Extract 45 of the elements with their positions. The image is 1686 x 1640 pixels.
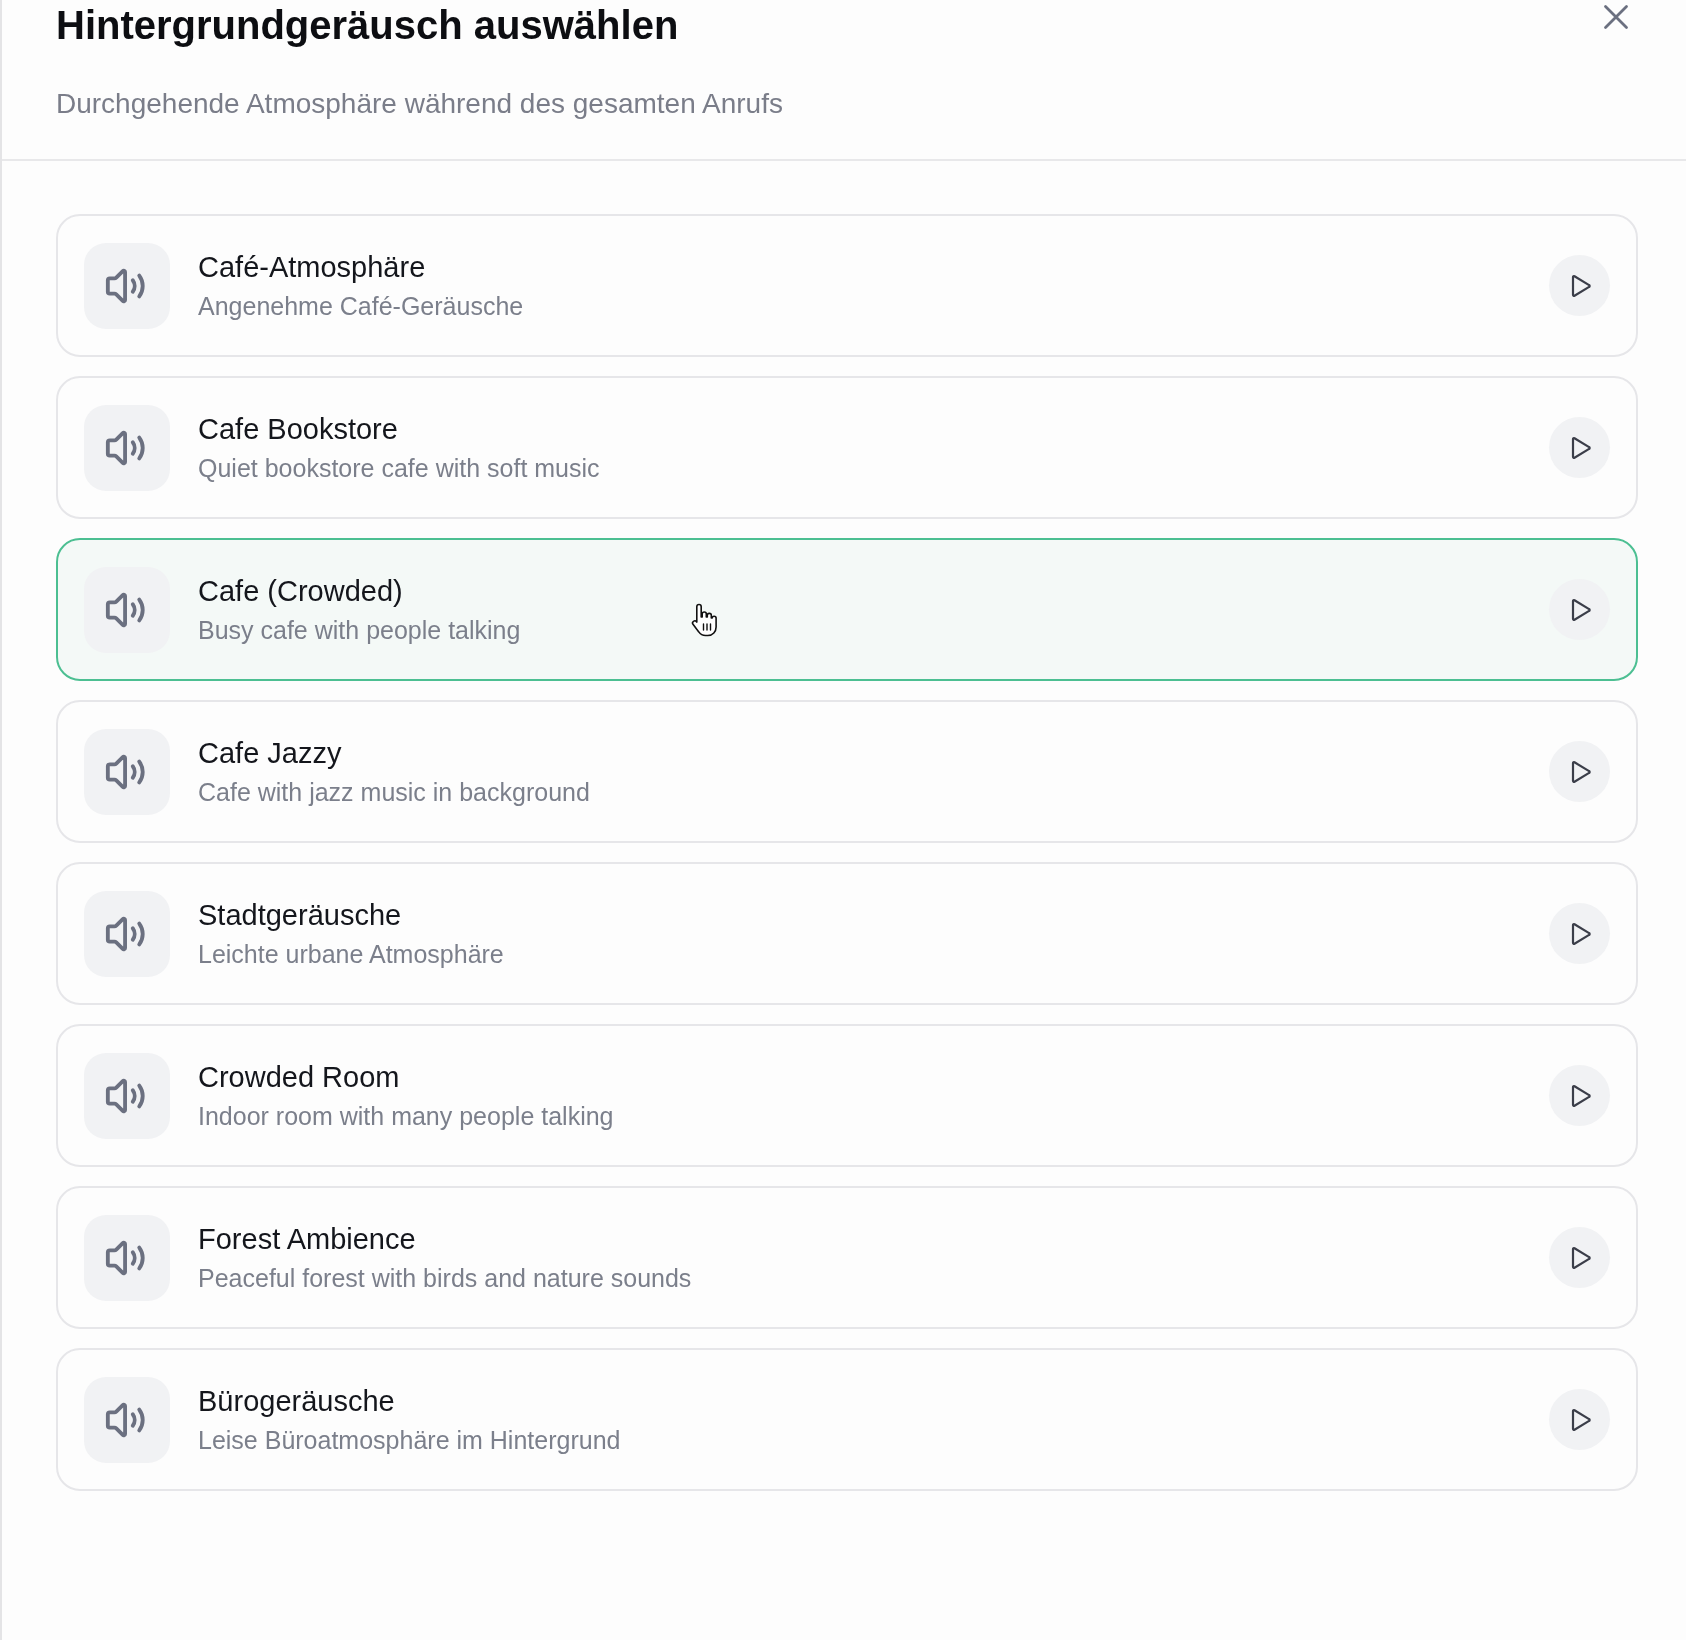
speaker-icon: [84, 566, 170, 653]
sound-option-card[interactable]: Cafe (Crowded) Busy cafe with people talking: [56, 538, 1638, 681]
sound-option-card[interactable]: Forest Ambience Peaceful forest with birds and nature sounds: [56, 1186, 1638, 1329]
sound-option-card[interactable]: Stadtgeräusche Leichte urbane Atmosphäre: [56, 862, 1638, 1005]
sound-name: Stadtgeräusche: [198, 897, 403, 932]
play-icon: [1570, 921, 1592, 946]
sound-name: Forest Ambience: [198, 1221, 417, 1256]
speaker-icon: [84, 404, 170, 491]
close-button[interactable]: [1601, 2, 1631, 32]
play-icon: [1570, 435, 1592, 460]
close-icon: [1602, 3, 1630, 31]
play-icon: [1570, 1083, 1592, 1108]
speaker-icon: [84, 242, 170, 329]
speaker-icon: [84, 728, 170, 815]
speaker-icon: [84, 890, 170, 977]
sound-description: Angenehme Café-Geräusche: [198, 290, 524, 322]
sound-name: Cafe Jazzy: [198, 735, 343, 770]
sound-name: Café-Atmosphäre: [198, 249, 427, 284]
dialog-title: Hintergrundgeräusch auswählen: [56, 2, 680, 49]
speaker-icon: [84, 1052, 170, 1139]
sound-name: Bürogeräusche: [198, 1383, 396, 1418]
sound-option-card[interactable]: Cafe Bookstore Quiet bookstore cafe with soft music: [56, 376, 1638, 519]
speaker-icon: [84, 1376, 170, 1463]
sound-name: Crowded Room: [198, 1059, 401, 1094]
sound-name: Cafe (Crowded): [198, 573, 404, 608]
sound-name: Cafe Bookstore: [198, 411, 399, 446]
sound-description: Quiet bookstore cafe with soft music: [198, 452, 600, 484]
sound-description: Busy cafe with people talking: [198, 614, 521, 646]
sound-option-card[interactable]: Cafe Jazzy Cafe with jazz music in background: [56, 700, 1638, 843]
sound-description: Indoor room with many people talking: [198, 1100, 614, 1132]
play-icon: [1570, 759, 1592, 784]
sound-option-card[interactable]: Café-Atmosphäre Angenehme Café-Geräusche: [56, 214, 1638, 357]
play-icon: [1570, 273, 1592, 298]
hand-pointer-icon: [690, 602, 720, 638]
sound-option-card[interactable]: Crowded Room Indoor room with many people talking: [56, 1024, 1638, 1167]
speaker-icon: [84, 1214, 170, 1301]
sound-option-card[interactable]: Bürogeräusche Leise Büroatmosphäre im Hintergrund: [56, 1348, 1638, 1491]
play-icon: [1570, 1245, 1592, 1270]
play-icon: [1570, 1407, 1592, 1432]
sound-description: Leise Büroatmosphäre im Hintergrund: [198, 1424, 621, 1456]
play-icon: [1570, 597, 1592, 622]
sound-description: Cafe with jazz music in background: [198, 776, 590, 808]
sound-description: Peaceful forest with birds and nature sounds: [198, 1262, 692, 1294]
sound-description: Leichte urbane Atmosphäre: [198, 938, 504, 970]
dialog-subtitle: Durchgehende Atmosphäre während des gesamten Anrufs: [56, 87, 783, 121]
